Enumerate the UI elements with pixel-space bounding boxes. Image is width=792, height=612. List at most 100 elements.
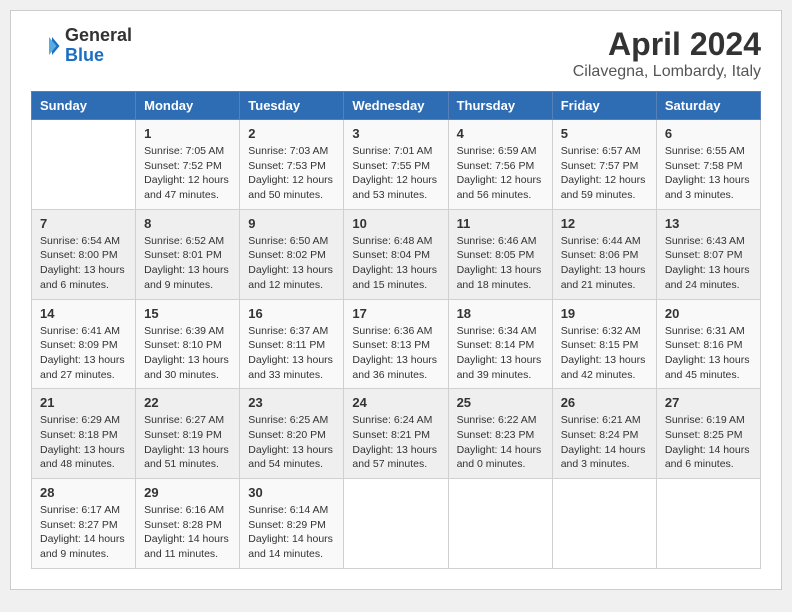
day-number: 3 — [352, 126, 439, 141]
day-number: 8 — [144, 216, 231, 231]
day-number: 7 — [40, 216, 127, 231]
column-header-thursday: Thursday — [448, 92, 552, 120]
column-header-friday: Friday — [552, 92, 656, 120]
title-section: April 2024 Cilavegna, Lombardy, Italy — [573, 26, 761, 81]
calendar-cell: 6 Sunrise: 6:55 AM Sunset: 7:58 PM Daylig… — [656, 120, 760, 210]
column-header-sunday: Sunday — [32, 92, 136, 120]
calendar-cell: 2 Sunrise: 7:03 AM Sunset: 7:53 PM Daylig… — [240, 120, 344, 210]
week-row-5: 28 Sunrise: 6:17 AM Sunset: 8:27 PM Dayli… — [32, 479, 761, 569]
day-number: 17 — [352, 306, 439, 321]
calendar-table: SundayMondayTuesdayWednesdayThursdayFrid… — [31, 91, 761, 569]
cell-content: Sunrise: 6:29 AM Sunset: 8:18 PM Dayligh… — [40, 413, 127, 472]
cell-content: Sunrise: 6:27 AM Sunset: 8:19 PM Dayligh… — [144, 413, 231, 472]
calendar-cell: 21 Sunrise: 6:29 AM Sunset: 8:18 PM Dayli… — [32, 389, 136, 479]
calendar-cell: 20 Sunrise: 6:31 AM Sunset: 8:16 PM Dayli… — [656, 299, 760, 389]
day-number: 2 — [248, 126, 335, 141]
calendar-cell: 25Sunrise: 6:22 AM Sunset: 8:23 PM Dayli… — [448, 389, 552, 479]
cell-content: Sunrise: 6:54 AM Sunset: 8:00 PM Dayligh… — [40, 234, 127, 293]
logo-text-blue: Blue — [65, 45, 104, 65]
calendar-cell: 1 Sunrise: 7:05 AM Sunset: 7:52 PM Daylig… — [136, 120, 240, 210]
day-number: 26 — [561, 395, 648, 410]
calendar-cell: 18Sunrise: 6:34 AM Sunset: 8:14 PM Dayli… — [448, 299, 552, 389]
day-number: 4 — [457, 126, 544, 141]
day-number: 21 — [40, 395, 127, 410]
day-number: 22 — [144, 395, 231, 410]
calendar-cell: 30 Sunrise: 6:14 AM Sunset: 8:29 PM Dayli… — [240, 479, 344, 569]
calendar-cell: 3 Sunrise: 7:01 AM Sunset: 7:55 PM Daylig… — [344, 120, 448, 210]
cell-content: Sunrise: 6:52 AM Sunset: 8:01 PM Dayligh… — [144, 234, 231, 293]
cell-content: Sunrise: 7:01 AM Sunset: 7:55 PM Dayligh… — [352, 144, 439, 203]
cell-content: Sunrise: 6:55 AM Sunset: 7:58 PM Dayligh… — [665, 144, 752, 203]
column-header-monday: Monday — [136, 92, 240, 120]
day-number: 13 — [665, 216, 752, 231]
day-number: 16 — [248, 306, 335, 321]
day-number: 30 — [248, 485, 335, 500]
cell-content: Sunrise: 6:16 AM Sunset: 8:28 PM Dayligh… — [144, 503, 231, 562]
month-title: April 2024 — [573, 26, 761, 63]
day-number: 5 — [561, 126, 648, 141]
calendar-cell: 28 Sunrise: 6:17 AM Sunset: 8:27 PM Dayli… — [32, 479, 136, 569]
calendar-cell — [448, 479, 552, 569]
cell-content: Sunrise: 7:05 AM Sunset: 7:52 PM Dayligh… — [144, 144, 231, 203]
cell-content: Sunrise: 6:59 AM Sunset: 7:56 PM Dayligh… — [457, 144, 544, 203]
week-row-3: 14 Sunrise: 6:41 AM Sunset: 8:09 PM Dayli… — [32, 299, 761, 389]
cell-content: Sunrise: 6:14 AM Sunset: 8:29 PM Dayligh… — [248, 503, 335, 562]
day-number: 28 — [40, 485, 127, 500]
calendar-cell: 23 Sunrise: 6:25 AM Sunset: 8:20 PM Dayli… — [240, 389, 344, 479]
column-header-tuesday: Tuesday — [240, 92, 344, 120]
calendar-cell: 14 Sunrise: 6:41 AM Sunset: 8:09 PM Dayli… — [32, 299, 136, 389]
cell-content: Sunrise: 7:03 AM Sunset: 7:53 PM Dayligh… — [248, 144, 335, 203]
day-number: 19 — [561, 306, 648, 321]
day-number: 24 — [352, 395, 439, 410]
day-number: 1 — [144, 126, 231, 141]
header: General Blue April 2024 Cilavegna, Lomba… — [31, 26, 761, 81]
day-number: 11 — [457, 216, 544, 231]
calendar-cell — [656, 479, 760, 569]
calendar-cell: 13 Sunrise: 6:43 AM Sunset: 8:07 PM Dayli… — [656, 209, 760, 299]
calendar-cell: 8 Sunrise: 6:52 AM Sunset: 8:01 PM Daylig… — [136, 209, 240, 299]
day-number: 20 — [665, 306, 752, 321]
logo-text-general: General — [65, 25, 132, 45]
calendar-cell: 15 Sunrise: 6:39 AM Sunset: 8:10 PM Dayli… — [136, 299, 240, 389]
cell-content: Sunrise: 6:22 AM Sunset: 8:23 PM Dayligh… — [457, 413, 544, 472]
week-row-4: 21 Sunrise: 6:29 AM Sunset: 8:18 PM Dayli… — [32, 389, 761, 479]
calendar-cell: 11 Sunrise: 6:46 AM Sunset: 8:05 PM Dayli… — [448, 209, 552, 299]
day-number: 29 — [144, 485, 231, 500]
day-number: 12 — [561, 216, 648, 231]
column-header-saturday: Saturday — [656, 92, 760, 120]
cell-content: Sunrise: 6:34 AM Sunset: 8:14 PM Dayligh… — [457, 324, 544, 383]
cell-content: Sunrise: 6:39 AM Sunset: 8:10 PM Dayligh… — [144, 324, 231, 383]
week-row-1: 1 Sunrise: 7:05 AM Sunset: 7:52 PM Daylig… — [32, 120, 761, 210]
cell-content: Sunrise: 6:46 AM Sunset: 8:05 PM Dayligh… — [457, 234, 544, 293]
cell-content: Sunrise: 6:44 AM Sunset: 8:06 PM Dayligh… — [561, 234, 648, 293]
calendar-cell: 5 Sunrise: 6:57 AM Sunset: 7:57 PM Daylig… — [552, 120, 656, 210]
cell-content: Sunrise: 6:50 AM Sunset: 8:02 PM Dayligh… — [248, 234, 335, 293]
cell-content: Sunrise: 6:25 AM Sunset: 8:20 PM Dayligh… — [248, 413, 335, 472]
cell-content: Sunrise: 6:43 AM Sunset: 8:07 PM Dayligh… — [665, 234, 752, 293]
cell-content: Sunrise: 6:41 AM Sunset: 8:09 PM Dayligh… — [40, 324, 127, 383]
subtitle: Cilavegna, Lombardy, Italy — [573, 63, 761, 81]
calendar-cell: 24 Sunrise: 6:24 AM Sunset: 8:21 PM Dayli… — [344, 389, 448, 479]
cell-content: Sunrise: 6:17 AM Sunset: 8:27 PM Dayligh… — [40, 503, 127, 562]
logo-icon — [31, 31, 61, 61]
header-row: SundayMondayTuesdayWednesdayThursdayFrid… — [32, 92, 761, 120]
week-row-2: 7 Sunrise: 6:54 AM Sunset: 8:00 PM Daylig… — [32, 209, 761, 299]
cell-content: Sunrise: 6:19 AM Sunset: 8:25 PM Dayligh… — [665, 413, 752, 472]
day-number: 23 — [248, 395, 335, 410]
day-number: 10 — [352, 216, 439, 231]
cell-content: Sunrise: 6:24 AM Sunset: 8:21 PM Dayligh… — [352, 413, 439, 472]
cell-content: Sunrise: 6:36 AM Sunset: 8:13 PM Dayligh… — [352, 324, 439, 383]
cell-content: Sunrise: 6:21 AM Sunset: 8:24 PM Dayligh… — [561, 413, 648, 472]
calendar-cell — [32, 120, 136, 210]
calendar-cell: 12 Sunrise: 6:44 AM Sunset: 8:06 PM Dayli… — [552, 209, 656, 299]
column-header-wednesday: Wednesday — [344, 92, 448, 120]
calendar-cell — [552, 479, 656, 569]
cell-content: Sunrise: 6:37 AM Sunset: 8:11 PM Dayligh… — [248, 324, 335, 383]
cell-content: Sunrise: 6:57 AM Sunset: 7:57 PM Dayligh… — [561, 144, 648, 203]
day-number: 15 — [144, 306, 231, 321]
cell-content: Sunrise: 6:31 AM Sunset: 8:16 PM Dayligh… — [665, 324, 752, 383]
day-number: 14 — [40, 306, 127, 321]
day-number: 6 — [665, 126, 752, 141]
day-number: 27 — [665, 395, 752, 410]
calendar-cell: 10Sunrise: 6:48 AM Sunset: 8:04 PM Dayli… — [344, 209, 448, 299]
